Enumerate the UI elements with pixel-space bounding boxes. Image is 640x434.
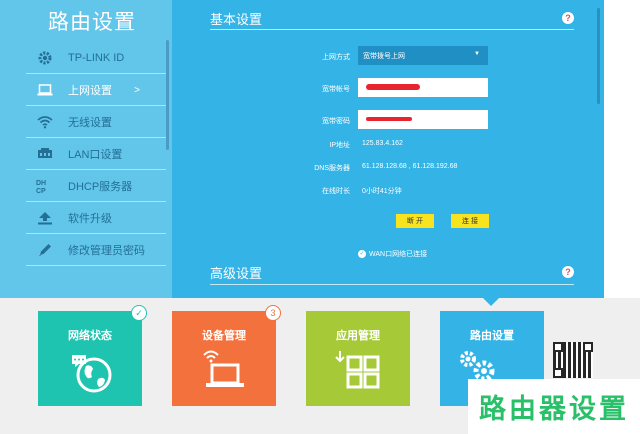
tile-label: 路由设置	[470, 330, 514, 342]
sidebar-scrollbar[interactable]	[166, 40, 169, 150]
chevron-right-icon: >	[134, 84, 140, 96]
apps-grid-icon	[306, 349, 410, 400]
qr-code	[553, 342, 593, 378]
tile-network-status[interactable]: 网络状态	[38, 311, 142, 406]
wan-status: ✓ WAN口网络已连接	[358, 249, 427, 259]
connect-button[interactable]: 连 接	[451, 214, 489, 228]
svg-text:DH: DH	[36, 180, 46, 187]
advanced-settings-title: 高级设置	[210, 266, 263, 281]
online-time-label: 在线时长	[322, 188, 350, 195]
sidebar-item-tplink-id[interactable]: TP-LINK ID	[26, 42, 166, 74]
connection-mode-select[interactable]: 宽带拨号上网 ▼	[358, 46, 488, 65]
laptop-icon	[36, 81, 54, 99]
sidebar-item-label: 软件升级	[68, 213, 112, 225]
sidebar-item-internet[interactable]: 上网设置 >	[26, 74, 166, 106]
sidebar-item-label: TP-LINK ID	[68, 52, 125, 64]
dhcp-icon: DH CP	[36, 177, 54, 195]
tile-badge: ✓	[131, 305, 147, 321]
redaction-mark	[366, 117, 412, 121]
sidebar-item-label: 修改管理员密码	[68, 245, 145, 257]
connection-mode-label: 上网方式	[322, 54, 350, 61]
dns-value: 61.128.128.68 , 61.128.192.68	[362, 163, 458, 170]
redaction-mark	[366, 84, 420, 90]
tile-label: 网络状态	[68, 330, 112, 342]
basic-settings-title: 基本设置	[210, 12, 263, 27]
ip-label: IP地址	[329, 142, 350, 149]
laptop-wifi-icon	[172, 349, 276, 398]
sidebar-item-lan[interactable]: LAN口设置	[26, 138, 166, 170]
connection-mode-value: 宽带拨号上网	[363, 52, 405, 60]
sidebar-item-wireless[interactable]: 无线设置	[26, 106, 166, 138]
main-scrollbar[interactable]	[597, 8, 600, 104]
active-tile-pointer	[483, 298, 499, 306]
upload-icon	[36, 209, 54, 227]
gear-icon	[36, 49, 54, 67]
divider	[210, 284, 574, 285]
sidebar-item-dhcp[interactable]: DH CP DHCP服务器	[26, 170, 166, 202]
divider	[210, 29, 574, 30]
check-circle-icon: ✓	[358, 250, 366, 258]
wan-status-text: WAN口网络已连接	[369, 251, 428, 258]
tile-device-management[interactable]: 设备管理	[172, 311, 276, 406]
chevron-down-icon: ▼	[474, 51, 480, 57]
ip-value: 125.83.4.162	[362, 140, 403, 147]
right-margin	[604, 0, 640, 298]
help-icon[interactable]: ?	[562, 266, 574, 278]
watermark: 路由器设置	[468, 379, 640, 434]
sidebar-item-label: LAN口设置	[68, 149, 123, 161]
svg-text:CP: CP	[36, 188, 46, 194]
tile-label: 设备管理	[202, 330, 246, 342]
sidebar: 路由设置 TP-LINK ID 上网设置 > 无线设置 LAN口设置 DH CP …	[0, 0, 172, 298]
pencil-icon	[36, 241, 54, 259]
wifi-icon	[36, 113, 54, 131]
password-label: 宽带密码	[322, 118, 350, 125]
sidebar-item-label: 无线设置	[68, 117, 112, 129]
sidebar-item-admin-password[interactable]: 修改管理员密码	[26, 234, 166, 266]
dns-label: DNS服务器	[314, 165, 350, 172]
sidebar-item-upgrade[interactable]: 软件升级	[26, 202, 166, 234]
sidebar-title: 路由设置	[48, 11, 136, 34]
tile-badge: 3	[265, 305, 281, 321]
online-time-value: 0小时41分钟	[362, 188, 402, 195]
globe-icon	[38, 349, 142, 398]
account-label: 宽带帐号	[322, 86, 350, 93]
divider	[26, 265, 166, 266]
lan-icon	[36, 145, 54, 163]
tile-label: 应用管理	[336, 330, 380, 342]
help-icon[interactable]: ?	[562, 12, 574, 24]
tile-app-management[interactable]: 应用管理	[306, 311, 410, 406]
disconnect-button[interactable]: 断 开	[396, 214, 434, 228]
sidebar-item-label: DHCP服务器	[68, 181, 133, 193]
sidebar-item-label: 上网设置	[68, 85, 112, 97]
